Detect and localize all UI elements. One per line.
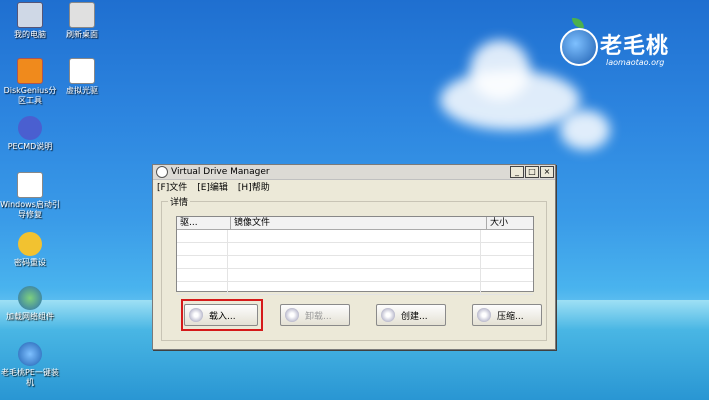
column-drive[interactable]: 驱... [177, 217, 231, 229]
refresh-icon [69, 2, 95, 28]
desktop-icon-diskgenius[interactable]: DiskGenius分区工具 [0, 58, 60, 106]
virtual-drive-manager-window: Virtual Drive Manager _ □ × [F]文件 [E]编辑 … [152, 164, 556, 350]
load-button[interactable]: 载入... [184, 304, 258, 326]
create-disc-icon [381, 308, 395, 322]
unload-button[interactable]: 卸载... [280, 304, 350, 326]
desktop-icon-my-computer[interactable]: 我的电脑 [0, 2, 60, 40]
empty-row [177, 282, 533, 295]
menu-file[interactable]: [F]文件 [157, 180, 187, 193]
menu-bar: [F]文件 [E]编辑 [H]帮助 [153, 180, 555, 193]
minimize-button[interactable]: _ [510, 166, 524, 178]
key-icon [18, 232, 42, 256]
empty-row [177, 256, 533, 269]
network-icon [18, 286, 42, 310]
app-icon [156, 166, 168, 178]
compress-button[interactable]: 压缩... [472, 304, 542, 326]
details-group: 详情 驱... 镜像文件 大小 载入... 卸载... 创建... 压缩... [161, 195, 547, 341]
column-size[interactable]: 大小 [487, 217, 533, 229]
maximize-button[interactable]: □ [525, 166, 539, 178]
title-bar[interactable]: Virtual Drive Manager _ □ × [153, 165, 555, 180]
create-button-label: 创建... [401, 311, 428, 322]
installer-icon [18, 342, 42, 366]
empty-row [177, 269, 533, 282]
logo-url: laomaotao.org [606, 58, 665, 67]
virtual-drive-icon [69, 58, 95, 84]
group-label: 详情 [168, 195, 191, 208]
desktop-icon-refresh[interactable]: 刷新桌面 [52, 2, 112, 40]
eject-disc-icon [285, 308, 299, 322]
peach-icon [560, 28, 598, 66]
load-button-label: 载入... [209, 311, 236, 322]
compress-disc-icon [477, 308, 491, 322]
desktop-icon-password[interactable]: 密码重设 [0, 232, 60, 268]
cloud [470, 40, 530, 100]
help-icon [18, 116, 42, 140]
logo-text: 老毛桃 [600, 34, 670, 59]
compress-button-label: 压缩... [497, 311, 524, 322]
diskgenius-icon [17, 58, 43, 84]
column-image-file[interactable]: 镜像文件 [231, 217, 487, 229]
list-header: 驱... 镜像文件 大小 [177, 217, 533, 230]
empty-row [177, 243, 533, 256]
boot-repair-icon [17, 172, 43, 198]
desktop-icon-virtual-drive[interactable]: 虚拟光驱 [52, 58, 112, 96]
unload-button-label: 卸载... [305, 311, 332, 322]
create-button[interactable]: 创建... [376, 304, 446, 326]
desktop-icon-boot-repair[interactable]: Windows启动引导修复 [0, 172, 60, 220]
leaf-icon [572, 18, 584, 28]
menu-help[interactable]: [H]帮助 [238, 180, 270, 193]
add-disc-icon [189, 308, 203, 322]
window-title: Virtual Drive Manager [171, 167, 270, 177]
drive-list[interactable]: 驱... 镜像文件 大小 [176, 216, 534, 295]
computer-icon [17, 2, 43, 28]
desktop-icon-installer[interactable]: 老毛桃PE一键装机 [0, 342, 60, 388]
empty-row [177, 230, 533, 243]
close-button[interactable]: × [540, 166, 554, 178]
desktop-icon-pecmd[interactable]: PECMD说明 [0, 116, 60, 152]
menu-edit[interactable]: [E]编辑 [197, 180, 228, 193]
cloud [560, 110, 610, 150]
desktop-icon-network[interactable]: 加载网络组件 [0, 286, 60, 322]
